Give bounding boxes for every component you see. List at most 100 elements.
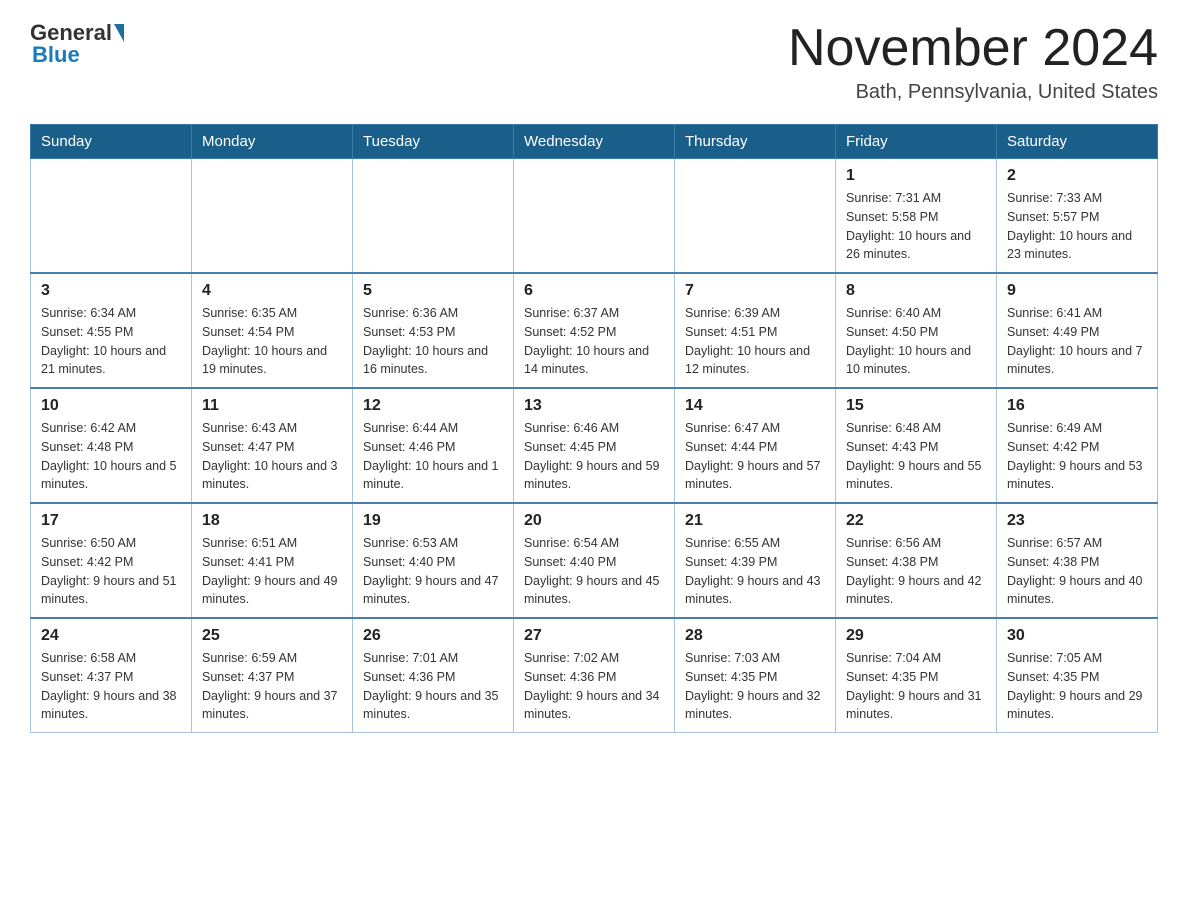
day-of-week-header: Sunday [31,125,192,159]
day-number: 23 [1007,512,1147,530]
calendar-cell: 29 Sunrise: 7:04 AM Sunset: 4:35 PM Dayli… [836,618,997,733]
day-number: 22 [846,512,986,530]
calendar-cell [192,159,353,274]
day-number: 17 [41,512,181,530]
day-of-week-header: Friday [836,125,997,159]
day-number: 28 [685,627,825,645]
day-info: Sunrise: 6:43 AM Sunset: 4:47 PM Dayligh… [202,419,342,494]
day-info: Sunrise: 7:01 AM Sunset: 4:36 PM Dayligh… [363,649,503,724]
calendar-cell: 22 Sunrise: 6:56 AM Sunset: 4:38 PM Dayli… [836,503,997,618]
day-number: 4 [202,282,342,300]
day-info: Sunrise: 6:39 AM Sunset: 4:51 PM Dayligh… [685,304,825,379]
calendar-cell: 23 Sunrise: 6:57 AM Sunset: 4:38 PM Dayli… [997,503,1158,618]
calendar-cell: 24Sunrise: 6:58 AM Sunset: 4:37 PM Dayli… [31,618,192,733]
day-number: 11 [202,397,342,415]
day-info: Sunrise: 6:51 AM Sunset: 4:41 PM Dayligh… [202,534,342,609]
day-info: Sunrise: 6:56 AM Sunset: 4:38 PM Dayligh… [846,534,986,609]
day-info: Sunrise: 7:05 AM Sunset: 4:35 PM Dayligh… [1007,649,1147,724]
calendar-cell: 15 Sunrise: 6:48 AM Sunset: 4:43 PM Dayli… [836,388,997,503]
calendar-table: SundayMondayTuesdayWednesdayThursdayFrid… [30,124,1158,733]
calendar-cell: 4 Sunrise: 6:35 AM Sunset: 4:54 PM Daylig… [192,273,353,388]
day-of-week-header: Monday [192,125,353,159]
calendar-cell: 2 Sunrise: 7:33 AM Sunset: 5:57 PM Daylig… [997,159,1158,274]
day-of-week-header: Saturday [997,125,1158,159]
day-info: Sunrise: 6:50 AM Sunset: 4:42 PM Dayligh… [41,534,181,609]
day-info: Sunrise: 6:44 AM Sunset: 4:46 PM Dayligh… [363,419,503,494]
calendar-cell: 16 Sunrise: 6:49 AM Sunset: 4:42 PM Dayli… [997,388,1158,503]
calendar-cell: 1 Sunrise: 7:31 AM Sunset: 5:58 PM Daylig… [836,159,997,274]
day-of-week-header: Thursday [675,125,836,159]
day-info: Sunrise: 6:49 AM Sunset: 4:42 PM Dayligh… [1007,419,1147,494]
calendar-cell [353,159,514,274]
day-number: 19 [363,512,503,530]
day-info: Sunrise: 6:46 AM Sunset: 4:45 PM Dayligh… [524,419,664,494]
calendar-cell: 7 Sunrise: 6:39 AM Sunset: 4:51 PM Daylig… [675,273,836,388]
month-title: November 2024 [788,20,1158,77]
day-info: Sunrise: 6:37 AM Sunset: 4:52 PM Dayligh… [524,304,664,379]
day-info: Sunrise: 6:59 AM Sunset: 4:37 PM Dayligh… [202,649,342,724]
calendar-cell: 18 Sunrise: 6:51 AM Sunset: 4:41 PM Dayli… [192,503,353,618]
calendar-cell [675,159,836,274]
calendar-cell: 19Sunrise: 6:53 AM Sunset: 4:40 PM Dayli… [353,503,514,618]
day-number: 1 [846,167,986,185]
day-number: 7 [685,282,825,300]
day-number: 27 [524,627,664,645]
logo: General Blue [30,20,126,68]
day-info: Sunrise: 7:31 AM Sunset: 5:58 PM Dayligh… [846,189,986,264]
day-number: 14 [685,397,825,415]
day-number: 15 [846,397,986,415]
title-block: November 2024 Bath, Pennsylvania, United… [788,20,1158,104]
calendar-cell: 20 Sunrise: 6:54 AM Sunset: 4:40 PM Dayli… [514,503,675,618]
day-of-week-header: Tuesday [353,125,514,159]
calendar-cell: 27Sunrise: 7:02 AM Sunset: 4:36 PM Dayli… [514,618,675,733]
calendar-cell [31,159,192,274]
day-info: Sunrise: 6:47 AM Sunset: 4:44 PM Dayligh… [685,419,825,494]
day-info: Sunrise: 6:57 AM Sunset: 4:38 PM Dayligh… [1007,534,1147,609]
calendar-cell: 9 Sunrise: 6:41 AM Sunset: 4:49 PM Daylig… [997,273,1158,388]
calendar-cell: 11 Sunrise: 6:43 AM Sunset: 4:47 PM Dayli… [192,388,353,503]
day-info: Sunrise: 6:40 AM Sunset: 4:50 PM Dayligh… [846,304,986,379]
calendar-cell: 14 Sunrise: 6:47 AM Sunset: 4:44 PM Dayli… [675,388,836,503]
day-number: 12 [363,397,503,415]
page-header: General Blue November 2024 Bath, Pennsyl… [30,20,1158,104]
calendar-cell: 3 Sunrise: 6:34 AM Sunset: 4:55 PM Daylig… [31,273,192,388]
day-number: 29 [846,627,986,645]
calendar-cell: 17 Sunrise: 6:50 AM Sunset: 4:42 PM Dayli… [31,503,192,618]
calendar-cell: 5 Sunrise: 6:36 AM Sunset: 4:53 PM Daylig… [353,273,514,388]
day-number: 8 [846,282,986,300]
calendar-cell: 8 Sunrise: 6:40 AM Sunset: 4:50 PM Daylig… [836,273,997,388]
day-number: 3 [41,282,181,300]
calendar-cell: 28Sunrise: 7:03 AM Sunset: 4:35 PM Dayli… [675,618,836,733]
calendar-cell: 12 Sunrise: 6:44 AM Sunset: 4:46 PM Dayli… [353,388,514,503]
day-number: 6 [524,282,664,300]
day-info: Sunrise: 7:04 AM Sunset: 4:35 PM Dayligh… [846,649,986,724]
calendar-cell: 25 Sunrise: 6:59 AM Sunset: 4:37 PM Dayli… [192,618,353,733]
day-info: Sunrise: 6:36 AM Sunset: 4:53 PM Dayligh… [363,304,503,379]
day-number: 20 [524,512,664,530]
day-number: 13 [524,397,664,415]
day-info: Sunrise: 6:42 AM Sunset: 4:48 PM Dayligh… [41,419,181,494]
day-number: 21 [685,512,825,530]
logo-triangle-icon [114,24,124,42]
day-info: Sunrise: 6:55 AM Sunset: 4:39 PM Dayligh… [685,534,825,609]
day-number: 2 [1007,167,1147,185]
day-number: 30 [1007,627,1147,645]
day-of-week-header: Wednesday [514,125,675,159]
day-number: 18 [202,512,342,530]
calendar-cell: 6 Sunrise: 6:37 AM Sunset: 4:52 PM Daylig… [514,273,675,388]
calendar-cell: 13 Sunrise: 6:46 AM Sunset: 4:45 PM Dayli… [514,388,675,503]
day-info: Sunrise: 6:41 AM Sunset: 4:49 PM Dayligh… [1007,304,1147,379]
day-info: Sunrise: 6:48 AM Sunset: 4:43 PM Dayligh… [846,419,986,494]
day-info: Sunrise: 6:35 AM Sunset: 4:54 PM Dayligh… [202,304,342,379]
calendar-cell [514,159,675,274]
day-number: 9 [1007,282,1147,300]
day-info: Sunrise: 7:33 AM Sunset: 5:57 PM Dayligh… [1007,189,1147,264]
calendar-cell: 21 Sunrise: 6:55 AM Sunset: 4:39 PM Dayli… [675,503,836,618]
day-info: Sunrise: 6:54 AM Sunset: 4:40 PM Dayligh… [524,534,664,609]
day-number: 25 [202,627,342,645]
day-number: 16 [1007,397,1147,415]
calendar-cell: 10Sunrise: 6:42 AM Sunset: 4:48 PM Dayli… [31,388,192,503]
day-number: 26 [363,627,503,645]
day-number: 5 [363,282,503,300]
day-info: Sunrise: 6:34 AM Sunset: 4:55 PM Dayligh… [41,304,181,379]
